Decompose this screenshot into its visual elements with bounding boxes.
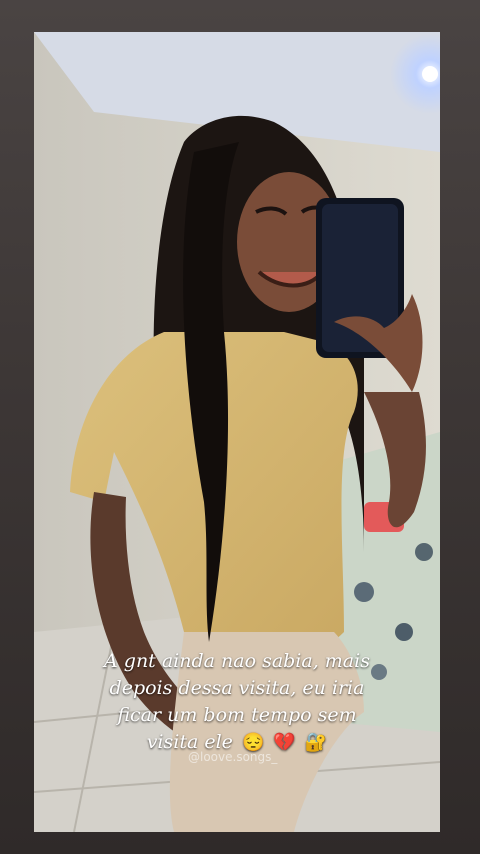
caption-line-2: depois dessa visita, eu iria: [109, 677, 365, 699]
watermark-handle: @loove.songs_: [188, 750, 278, 764]
story-frame: A gnt ainda nao sabia, mais depois dessa…: [0, 0, 480, 854]
caption-line-1: A gnt ainda nao sabia, mais: [104, 650, 370, 672]
locked-with-key-icon: 🔐: [304, 732, 328, 753]
story-caption: A gnt ainda nao sabia, mais depois dessa…: [34, 648, 440, 756]
caption-line-3: ficar um bom tempo sem: [117, 704, 357, 726]
